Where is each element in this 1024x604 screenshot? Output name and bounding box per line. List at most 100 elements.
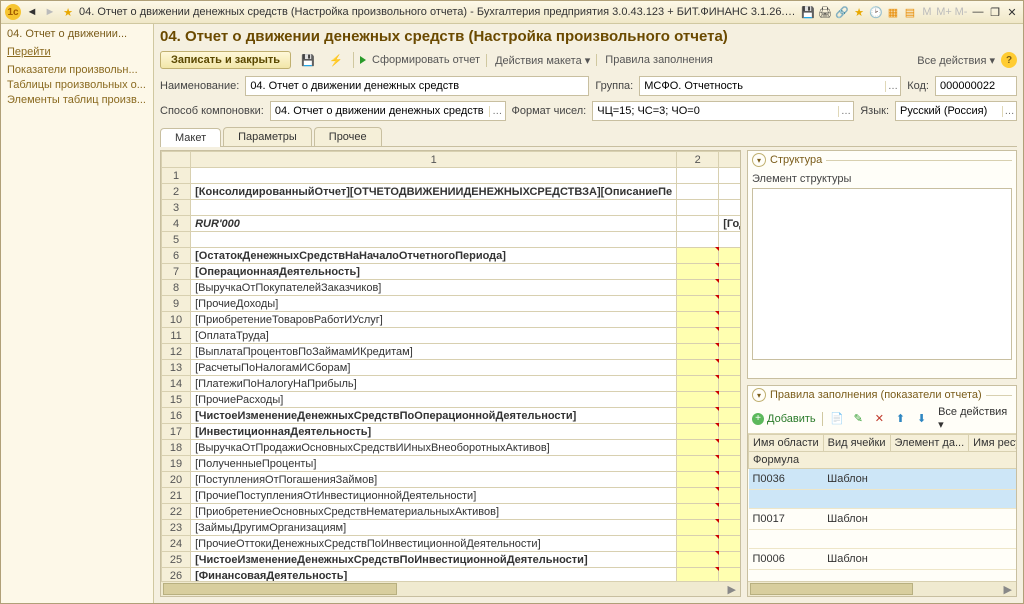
grid-cell[interactable]	[677, 264, 719, 280]
grid-cell[interactable]	[719, 296, 740, 312]
minimize-icon[interactable]: —	[971, 5, 985, 19]
spreadsheet-table[interactable]: 1234512[КонсолидированныйОтчет][ОТЧЕТОДВ…	[161, 151, 740, 581]
grid-cell[interactable]: [ВыручкаОтПокупателейЗаказчиков]	[191, 280, 677, 296]
rules-collapse-icon[interactable]: ▾	[752, 388, 766, 402]
grid-row[interactable]: 6[ОстатокДенежныхСредствНаНачалоОтчетног…	[162, 248, 741, 264]
numfmt-input[interactable]	[593, 105, 837, 117]
grid-row[interactable]: 24[ПрочиеОттокиДенежныхСредствПоИнвестиц…	[162, 536, 741, 552]
help-icon[interactable]: ?	[1001, 52, 1017, 68]
tab-params[interactable]: Параметры	[223, 127, 312, 146]
layout-input[interactable]	[271, 105, 489, 117]
rules-row[interactable]: П0017Шаблон	[749, 509, 1017, 530]
grid-cell[interactable]: [ЧистоеИзменениеДенежныхСредствПоОпераци…	[191, 408, 677, 424]
rules-cell-kind[interactable]: Шаблон	[823, 469, 890, 490]
tb-mminus-icon[interactable]: M-	[954, 5, 968, 19]
grid-cell[interactable]	[719, 392, 740, 408]
grid-cell[interactable]	[719, 264, 740, 280]
form-report-link[interactable]: Сформировать отчет	[372, 54, 480, 66]
grid-cell[interactable]	[719, 168, 740, 184]
layout-grid[interactable]: 1234512[КонсолидированныйОтчет][ОТЧЕТОДВ…	[160, 150, 741, 597]
favorite-star-icon[interactable]: ★	[61, 5, 75, 19]
rules-cell-area[interactable]: П0006	[749, 549, 824, 570]
code-input[interactable]	[936, 80, 1016, 92]
name-input[interactable]	[246, 80, 588, 92]
grid-cell[interactable]: [ПрочиеПоступленияОтИнвестиционнойДеятел…	[191, 488, 677, 504]
grid-cell[interactable]: [ЧистоеИзменениеДенежныхСредствПоИнвести…	[191, 552, 677, 568]
grid-cell[interactable]	[719, 248, 740, 264]
grid-cell[interactable]: [ПрочиеРасходы]	[191, 392, 677, 408]
rules-hscroll[interactable]: ▶	[748, 581, 1016, 596]
grid-cell[interactable]	[719, 344, 740, 360]
tb-calc-icon[interactable]: ▦	[886, 5, 900, 19]
grid-cell[interactable]: [ВыплатаПроцентовПоЗаймамИКредитам]	[191, 344, 677, 360]
lang-picker-icon[interactable]: …	[1002, 106, 1016, 117]
grid-cell[interactable]: [ОперационнаяДеятельность]	[191, 264, 677, 280]
grid-cell[interactable]: [ГодКон]	[719, 216, 740, 232]
grid-cell[interactable]	[677, 456, 719, 472]
rules-down-icon[interactable]: ⬇	[913, 410, 930, 428]
group-input[interactable]	[640, 80, 884, 92]
rules-cell-kind[interactable]: Шаблон	[823, 549, 890, 570]
grid-row[interactable]: 9[ПрочиеДоходы]	[162, 296, 741, 312]
nav-back-icon[interactable]: ◄	[25, 5, 39, 19]
grid-cell[interactable]	[719, 376, 740, 392]
grid-cell[interactable]: [ПлатежиПоНалогуНаПрибыль]	[191, 376, 677, 392]
tb-history-icon[interactable]: 🕑	[869, 5, 883, 19]
side-link-0[interactable]: Показатели произвольн...	[7, 64, 147, 76]
rules-formula-row[interactable]	[749, 570, 1017, 582]
grid-cell[interactable]	[677, 408, 719, 424]
rules-cell-res[interactable]	[969, 509, 1016, 530]
grid-cell[interactable]: [ОплатаТруда]	[191, 328, 677, 344]
tb-print-icon[interactable]: 🖨	[818, 5, 832, 19]
tb-save-icon[interactable]: 💾	[801, 5, 815, 19]
grid-cell[interactable]	[677, 568, 719, 582]
tb-mplus-icon[interactable]: M+	[937, 5, 951, 19]
grid-cell[interactable]	[719, 520, 740, 536]
grid-cell[interactable]	[677, 552, 719, 568]
grid-row[interactable]: 17[ИнвестиционнаяДеятельность]	[162, 424, 741, 440]
grid-cell[interactable]	[719, 440, 740, 456]
grid-cell[interactable]	[677, 472, 719, 488]
rules-col-header[interactable]: Имя ресу...	[969, 435, 1016, 452]
grid-cell[interactable]	[677, 216, 719, 232]
grid-row[interactable]: 14[ПлатежиПоНалогуНаПрибыль]	[162, 376, 741, 392]
grid-cell[interactable]	[677, 360, 719, 376]
save-and-close-button[interactable]: Записать и закрыть	[160, 51, 291, 69]
rules-formula-row[interactable]	[749, 490, 1017, 509]
all-actions-link[interactable]: Все действия ▾	[909, 54, 995, 67]
grid-row[interactable]: 20[ПоступленияОтПогашенияЗаймов]	[162, 472, 741, 488]
rules-cell-area[interactable]: П0017	[749, 509, 824, 530]
grid-row[interactable]: 2[КонсолидированныйОтчет][ОТЧЕТОДВИЖЕНИИ…	[162, 184, 741, 200]
grid-cell[interactable]	[719, 488, 740, 504]
structure-tree[interactable]	[752, 188, 1012, 360]
grid-row[interactable]: 7[ОперационнаяДеятельность]	[162, 264, 741, 280]
grid-cell[interactable]	[677, 328, 719, 344]
rules-cell-elem[interactable]	[890, 549, 969, 570]
grid-cell[interactable]	[677, 440, 719, 456]
grid-row[interactable]: 26[ФинансоваяДеятельность]	[162, 568, 741, 582]
grid-row[interactable]: 19[ПолученныеПроценты]	[162, 456, 741, 472]
tb-m-icon[interactable]: M	[920, 5, 934, 19]
grid-row[interactable]: 10[ПриобретениеТоваровРаботИУслуг]	[162, 312, 741, 328]
grid-cell[interactable]	[677, 520, 719, 536]
grid-cell[interactable]	[719, 504, 740, 520]
grid-row[interactable]: 12[ВыплатаПроцентовПоЗаймамИКредитам]	[162, 344, 741, 360]
grid-row[interactable]: 25[ЧистоеИзменениеДенежныхСредствПоИнвес…	[162, 552, 741, 568]
grid-cell[interactable]	[677, 248, 719, 264]
grid-row[interactable]: 4RUR'000[ГодКон][ГодНа	[162, 216, 741, 232]
lang-input[interactable]	[896, 105, 1002, 117]
numfmt-picker-icon[interactable]: …	[838, 106, 854, 117]
grid-cell[interactable]	[677, 376, 719, 392]
rules-row[interactable]: П0036Шаблон	[749, 469, 1017, 490]
fill-rules-link[interactable]: Правила заполнения	[596, 54, 713, 66]
grid-cell[interactable]	[677, 488, 719, 504]
nav-fwd-icon[interactable]: ►	[43, 5, 57, 19]
layout-picker-icon[interactable]: …	[489, 106, 504, 117]
grid-cell[interactable]: [ИнвестиционнаяДеятельность]	[191, 424, 677, 440]
rules-col-header[interactable]: Элемент да...	[890, 435, 969, 452]
grid-cell[interactable]	[719, 328, 740, 344]
close-icon[interactable]: ✕	[1005, 5, 1019, 19]
grid-row[interactable]: 8[ВыручкаОтПокупателейЗаказчиков]	[162, 280, 741, 296]
rules-col-header[interactable]: Вид ячейки	[823, 435, 890, 452]
maximize-icon[interactable]: ❐	[988, 5, 1002, 19]
